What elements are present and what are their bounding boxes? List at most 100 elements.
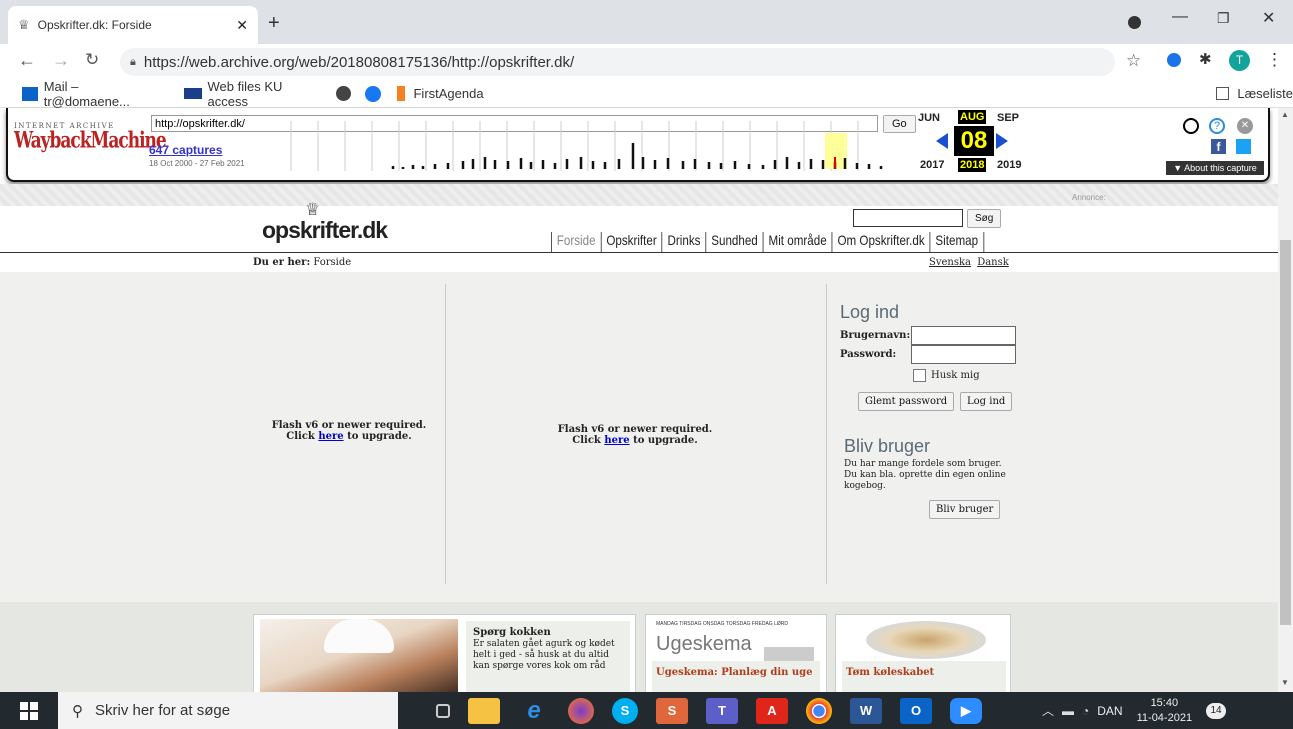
taskbar-search-text: Skriv her for at søge	[95, 702, 231, 719]
forgot-password-button[interactable]: Glemt password	[858, 392, 955, 411]
globe-icon[interactable]	[336, 86, 351, 101]
username-label: Brugernavn:	[840, 330, 911, 341]
browser-tab[interactable]: ♕ Opskrifter.dk: Forside ✕	[8, 6, 258, 44]
extension-icon[interactable]	[1167, 53, 1181, 67]
site-logo[interactable]: ♕ opskrifter.dk	[262, 200, 388, 244]
omnibox[interactable]: 🔒︎ https://web.archive.org/web/201808081…	[120, 48, 1115, 76]
firefox-icon[interactable]	[568, 697, 594, 724]
reading-list[interactable]: Læseliste	[1237, 86, 1293, 101]
back-icon[interactable]: ←	[18, 50, 36, 71]
close-tab-icon[interactable]: ✕	[236, 17, 248, 34]
ugeskema-days: MANDAG TIRSDAG ONSDAG TORSDAG FREDAG LØR…	[656, 621, 788, 627]
remember-checkbox[interactable]	[913, 369, 926, 382]
main-nav: Forside Opskrifter Drinks Sundhed Mit om…	[551, 232, 984, 252]
site-search-input[interactable]	[853, 209, 963, 227]
puzzle-icon[interactable]: ✱	[1199, 50, 1212, 68]
twitter-share-icon[interactable]	[1236, 139, 1251, 154]
notification-badge[interactable]: 14	[1206, 702, 1227, 719]
star-icon[interactable]: ☆	[1126, 51, 1141, 71]
promo-card-koeleskab[interactable]: Tøm køleskabet	[835, 614, 1011, 692]
wayback-logo[interactable]: WaybackMachine	[14, 128, 167, 154]
chrome-icon[interactable]	[806, 697, 832, 724]
page-scrollbar[interactable]: ▲ ▼	[1278, 108, 1293, 692]
nav-drinks[interactable]: Drinks	[661, 232, 706, 252]
chef-hat-logo-icon: ♕	[305, 200, 321, 219]
user-icon[interactable]	[1183, 118, 1199, 134]
signup-button[interactable]: Bliv bruger	[929, 500, 1001, 519]
capture-sparkline[interactable]	[263, 121, 888, 171]
next-capture-icon[interactable]	[996, 133, 1008, 149]
captures-link[interactable]: 647 captures	[149, 143, 222, 157]
site-search-button[interactable]: Søg	[967, 209, 1002, 228]
reload-icon[interactable]: ↻	[85, 50, 99, 70]
skype-icon[interactable]: S	[612, 697, 638, 724]
flash-notice-1: Flash v6 or newer required. Click here t…	[249, 420, 449, 442]
close-window-icon[interactable]: ✕	[1262, 8, 1275, 28]
lock-icon: 🔒︎	[130, 55, 136, 68]
prev-capture-icon[interactable]	[936, 133, 948, 149]
bookmark-mail[interactable]: Mail – tr@domaene...	[44, 79, 166, 109]
tab-strip: ♕ Opskrifter.dk: Forside ✕ + — ❐ ✕	[0, 0, 1293, 44]
taskbar-search[interactable]: ⚲ Skriv her for at søge	[58, 692, 398, 729]
month-current: AUG	[958, 110, 987, 124]
close-wayback-icon[interactable]: ✕	[1237, 118, 1253, 134]
windows-start-icon[interactable]	[20, 701, 38, 720]
word-icon[interactable]: W	[850, 697, 882, 724]
nav-forside[interactable]: Forside	[551, 232, 601, 252]
bookmark-firstagenda[interactable]: FirstAgenda	[413, 86, 483, 101]
new-tab-icon[interactable]: +	[268, 12, 280, 35]
lang-dansk[interactable]: Dansk	[977, 257, 1009, 268]
maximize-icon[interactable]: ❐	[1217, 10, 1230, 27]
nav-sitemap[interactable]: Sitemap	[929, 232, 984, 252]
promo-card-chef[interactable]: Spørg kokken Er salaten gået agurk og kø…	[253, 614, 636, 692]
month-next[interactable]: SEP	[997, 112, 1019, 124]
bookmark-ku[interactable]: Web files KU access	[208, 79, 325, 109]
nav-mit-omraade[interactable]: Mit område	[762, 232, 832, 252]
help-icon[interactable]: ?	[1209, 118, 1225, 134]
scroll-down-icon[interactable]: ▼	[1281, 678, 1289, 687]
profile-dot-icon[interactable]	[1128, 16, 1141, 29]
edge-icon[interactable]: e	[518, 697, 550, 724]
teams-icon[interactable]: T	[706, 697, 738, 724]
remember-label: Husk mig	[931, 370, 980, 381]
outlook-task-icon[interactable]: O	[900, 697, 932, 724]
flash-upgrade-link[interactable]: here	[318, 431, 343, 442]
logo-text: opskrifter.dk	[262, 217, 388, 243]
password-input[interactable]	[911, 345, 1016, 364]
zoom-icon[interactable]: ▶	[950, 697, 982, 724]
scroll-thumb[interactable]	[1280, 240, 1291, 625]
minimize-icon[interactable]: —	[1172, 8, 1188, 26]
facebook-share-icon[interactable]: f	[1211, 139, 1226, 154]
lang-svenska[interactable]: Svenska	[929, 257, 971, 268]
promo-ugeskema-title: Ugeskema: Planlæg din uge	[656, 667, 813, 678]
facebook-icon[interactable]	[364, 85, 381, 102]
skype-business-icon[interactable]: S	[656, 697, 688, 724]
tray-chevron-icon[interactable]: ︿	[1042, 702, 1054, 719]
file-explorer-icon[interactable]	[468, 697, 500, 724]
language-indicator[interactable]: DAN	[1097, 704, 1122, 718]
acrobat-icon[interactable]: A	[756, 697, 788, 724]
nav-om[interactable]: Om Opskrifter.dk	[831, 232, 930, 252]
clock-time: 15:40	[1150, 696, 1179, 709]
login-button[interactable]: Log ind	[960, 392, 1013, 411]
task-view-icon[interactable]	[436, 703, 450, 718]
month-prev[interactable]: JUN	[918, 112, 940, 124]
nav-opskrifter[interactable]: Opskrifter	[600, 232, 662, 252]
menu-icon[interactable]: ⋮	[1266, 50, 1283, 70]
nav-sundhed[interactable]: Sundhed	[705, 232, 762, 252]
promo-card-ugeskema[interactable]: MANDAG TIRSDAG ONSDAG TORSDAG FREDAG LØR…	[645, 614, 827, 692]
flash-click: Click	[286, 431, 319, 442]
flash-tail: to upgrade.	[343, 431, 412, 442]
clock[interactable]: 15:40 11-04-2021	[1137, 696, 1192, 726]
year-prev[interactable]: 2017	[920, 159, 944, 171]
about-capture-link[interactable]: ▼ About this capture	[1166, 161, 1264, 175]
wifi-icon[interactable]: ◔	[1082, 704, 1089, 718]
scroll-up-icon[interactable]: ▲	[1281, 110, 1289, 119]
flash-upgrade-link[interactable]: here	[604, 435, 629, 446]
profile-avatar[interactable]: T	[1229, 50, 1250, 71]
network-icon[interactable]: ▬	[1062, 704, 1074, 718]
forward-icon[interactable]: →	[52, 50, 70, 71]
username-input[interactable]	[911, 326, 1016, 345]
year-next[interactable]: 2019	[997, 159, 1021, 171]
chef-hat-icon: ♕	[18, 17, 30, 32]
